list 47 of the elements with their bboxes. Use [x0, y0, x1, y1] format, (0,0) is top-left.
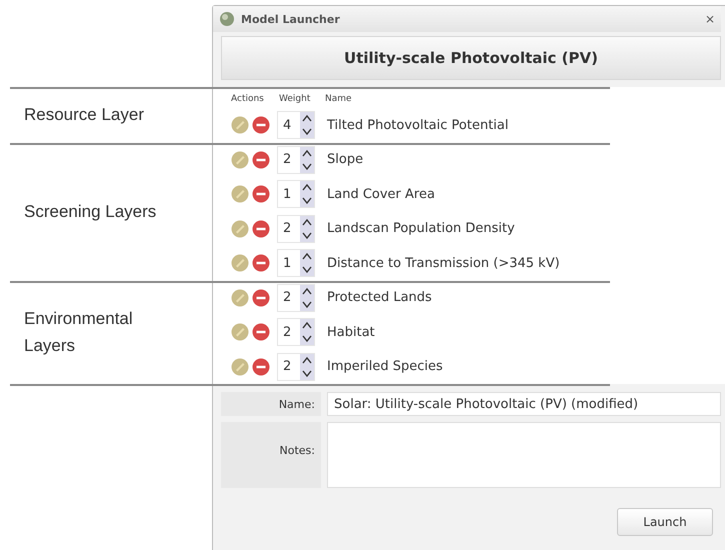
- remove-icon[interactable]: [252, 254, 270, 272]
- layer-group-label: Environmental Layers: [24, 308, 134, 358]
- spinner-arrows-icon[interactable]: [300, 181, 314, 208]
- spinner-arrows-icon[interactable]: [300, 216, 314, 242]
- layer-name: Protected Lands: [327, 290, 432, 306]
- notes-field[interactable]: [327, 422, 721, 488]
- model-header: Utility-scale Photovoltaic (PV): [221, 36, 721, 80]
- weight-spinner[interactable]: 4: [277, 111, 315, 140]
- layer-name: Slope: [327, 152, 364, 168]
- close-button[interactable]: ×: [704, 12, 715, 26]
- layer-name: Distance to Transmission (>345 kV): [327, 256, 560, 271]
- column-header: Weight: [279, 94, 312, 106]
- remove-icon[interactable]: [252, 288, 270, 307]
- weight-spinner[interactable]: 2: [277, 352, 315, 381]
- weight-spinner[interactable]: 2: [277, 318, 315, 346]
- name-label: Name:: [221, 392, 321, 416]
- name-field[interactable]: Solar: Utility-scale Photovoltaic (PV) (modified): [327, 392, 721, 416]
- weight-spinner[interactable]: 2: [277, 284, 315, 312]
- spinner-arrows-icon[interactable]: [300, 112, 314, 138]
- remove-icon[interactable]: [252, 220, 270, 238]
- weight-spinner[interactable]: 1: [277, 180, 315, 208]
- weight-spinner[interactable]: 2: [277, 146, 315, 174]
- layer-name: Imperiled Species: [327, 359, 443, 374]
- layer-group-label: Resource Layer: [24, 104, 144, 126]
- layer-name: Land Cover Area: [327, 186, 435, 202]
- spinner-arrows-icon[interactable]: [300, 354, 314, 380]
- window-title: Model Launcher: [241, 12, 340, 26]
- remove-icon[interactable]: [252, 358, 270, 376]
- weight-spinner[interactable]: 1: [277, 249, 315, 278]
- spinner-arrows-icon[interactable]: [300, 146, 314, 173]
- layer-name: Tilted Photovoltaic Potential: [327, 118, 508, 133]
- weight-spinner[interactable]: 2: [277, 214, 315, 243]
- remove-icon[interactable]: [252, 116, 270, 134]
- remove-icon[interactable]: [252, 323, 270, 342]
- spinner-arrows-icon[interactable]: [300, 250, 314, 276]
- layer-name: Landscan Population Density: [327, 221, 515, 236]
- globe-icon: [219, 11, 235, 27]
- column-header: Actions: [231, 94, 265, 106]
- layer-name: Habitat: [327, 324, 375, 340]
- spinner-arrows-icon[interactable]: [300, 284, 314, 311]
- notes-label: Notes:: [221, 422, 321, 488]
- remove-icon[interactable]: [252, 150, 270, 169]
- column-header: Name: [325, 94, 352, 106]
- remove-icon[interactable]: [252, 185, 270, 204]
- spinner-arrows-icon[interactable]: [300, 319, 314, 346]
- layer-group-label: Screening Layers: [24, 201, 156, 223]
- launch-button[interactable]: Launch: [617, 508, 713, 536]
